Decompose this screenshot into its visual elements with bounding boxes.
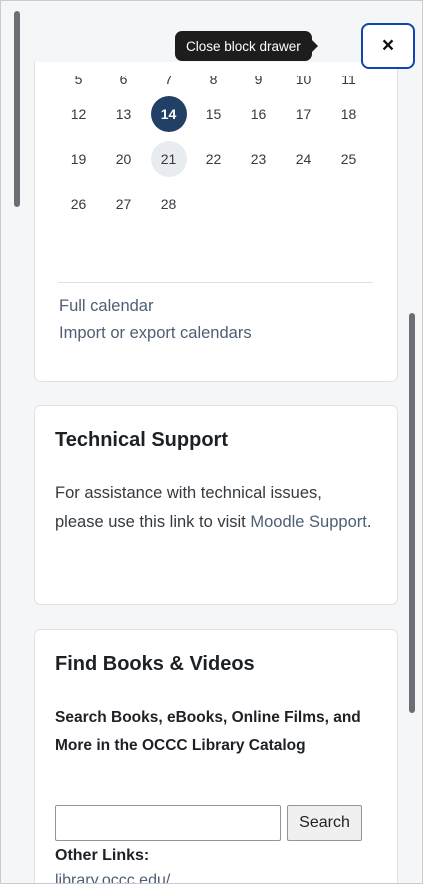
catalog-search-input[interactable]: [55, 805, 281, 841]
calendar-day[interactable]: 12: [56, 96, 101, 132]
calendar-day-today[interactable]: 14: [150, 96, 187, 132]
calendar-day[interactable]: 13: [101, 96, 146, 132]
calendar-day: [326, 186, 371, 222]
calendar-day[interactable]: 10: [281, 76, 326, 96]
calendar-day[interactable]: 26: [56, 186, 101, 222]
calendar-day[interactable]: 23: [236, 141, 281, 177]
calendar-day: [191, 186, 236, 222]
calendar-day[interactable]: 28: [146, 186, 191, 222]
calendar-day[interactable]: 16: [236, 96, 281, 132]
calendar-day[interactable]: 20: [101, 141, 146, 177]
calendar-grid: 5 6 7 8 9 10 11 12 13 14 15 16 17 18 19 20 21 22 23 24 25 26…: [56, 76, 371, 231]
find-books-title: Find Books & Videos: [55, 653, 255, 675]
calendar-day[interactable]: 18: [326, 96, 371, 132]
other-links-label: Other Links:: [55, 847, 150, 864]
full-calendar-link[interactable]: Full calendar: [59, 297, 153, 316]
calendar-day[interactable]: 24: [281, 141, 326, 177]
calendar-day[interactable]: 6: [101, 76, 146, 96]
block-drawer: 5 6 7 8 9 10 11 12 13 14 15 16 17 18 19 20 21 22 23 24 25 26…: [0, 0, 423, 884]
calendar-day[interactable]: 5: [56, 76, 101, 96]
close-icon: ×: [381, 34, 395, 57]
calendar-week: 26 27 28: [56, 186, 371, 231]
technical-support-period: .: [366, 513, 372, 531]
calendar-day[interactable]: 9: [236, 76, 281, 96]
calendar-week: 19 20 21 22 23 24 25: [56, 141, 371, 186]
calendar-day[interactable]: 7: [146, 76, 191, 96]
technical-support-title: Technical Support: [55, 429, 228, 451]
calendar-day: [281, 186, 326, 222]
close-drawer-button[interactable]: ×: [361, 23, 415, 69]
calendar-week: 12 13 14 15 16 17 18: [56, 96, 371, 141]
technical-support-text: For assistance with technical issues, pl…: [55, 479, 375, 537]
calendar-day: [236, 186, 281, 222]
calendar-day[interactable]: 25: [326, 141, 371, 177]
calendar-day[interactable]: 19: [56, 141, 101, 177]
page-scrollbar[interactable]: [14, 11, 20, 207]
calendar-divider: [58, 282, 373, 283]
calendar-day[interactable]: 17: [281, 96, 326, 132]
catalog-search-button[interactable]: Search: [287, 805, 362, 841]
close-drawer-tooltip: Close block drawer: [175, 31, 318, 61]
calendar-day[interactable]: 22: [191, 141, 236, 177]
catalog-search-description: Search Books, eBooks, Online Films, and …: [55, 709, 361, 754]
moodle-support-link[interactable]: Moodle Support: [250, 513, 367, 531]
calendar-day[interactable]: 21: [150, 141, 187, 177]
drawer-scrollbar[interactable]: [409, 313, 415, 713]
calendar-day[interactable]: 27: [101, 186, 146, 222]
calendar-day[interactable]: 8: [191, 76, 236, 96]
calendar-day[interactable]: 15: [191, 96, 236, 132]
import-export-calendars-link[interactable]: Import or export calendars: [59, 324, 252, 343]
calendar-week-partial: 5 6 7 8 9 10 11: [56, 76, 371, 96]
calendar-day[interactable]: 11: [326, 76, 371, 96]
library-link[interactable]: library.occc.edu/: [55, 872, 170, 883]
